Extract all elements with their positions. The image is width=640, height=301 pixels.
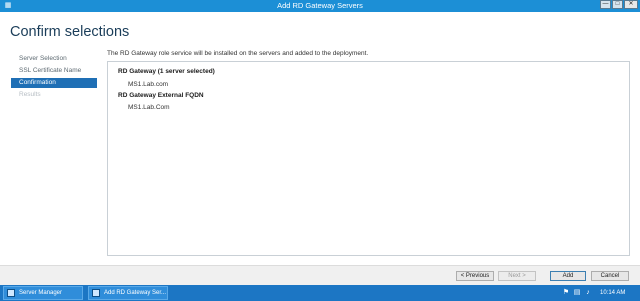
nav-item-ssl-certificate-name[interactable]: SSL Certificate Name (11, 66, 97, 76)
confirmation-panel: RD Gateway (1 server selected) MS1.Lab.c… (107, 61, 630, 256)
page-title: Confirm selections (10, 24, 130, 40)
window-title: Add RD Gateway Servers (277, 1, 363, 10)
section-title-rd-gateway: RD Gateway (1 server selected) (118, 68, 215, 75)
taskbar-item-label: Add RD Gateway Ser... (104, 290, 167, 296)
window-titlebar: ▦ Add RD Gateway Servers — □ ✕ (0, 0, 640, 12)
network-icon[interactable]: ▤ (573, 289, 581, 297)
speaker-icon[interactable]: ♪ (584, 289, 592, 297)
wizard-icon (92, 289, 100, 297)
section-title-external-fqdn: RD Gateway External FQDN (118, 92, 204, 99)
page-description: The RD Gateway role service will be inst… (107, 50, 369, 57)
add-button[interactable]: Add (550, 271, 586, 281)
minimize-button[interactable]: — (600, 0, 611, 9)
wizard-footer: < Previous Next > Add Cancel (0, 265, 640, 286)
taskbar: Server Manager Add RD Gateway Ser... ⚑ ▤… (0, 285, 640, 301)
taskbar-clock[interactable]: 10:14 AM (600, 285, 625, 301)
taskbar-item-add-rd-gateway[interactable]: Add RD Gateway Ser... (88, 286, 168, 300)
cancel-button[interactable]: Cancel (591, 271, 629, 281)
previous-button[interactable]: < Previous (456, 271, 494, 281)
section-value-external-fqdn: MS1.Lab.Com (128, 104, 170, 111)
server-manager-icon (7, 289, 15, 297)
taskbar-item-server-manager[interactable]: Server Manager (3, 286, 83, 300)
section-value-rd-gateway: MS1.Lab.com (128, 81, 169, 88)
close-button[interactable]: ✕ (624, 0, 638, 9)
next-button: Next > (498, 271, 536, 281)
window-controls: — □ ✕ (599, 0, 638, 10)
taskbar-item-label: Server Manager (19, 290, 63, 296)
nav-item-confirmation[interactable]: Confirmation (11, 78, 97, 88)
maximize-button[interactable]: □ (612, 0, 623, 9)
flag-icon[interactable]: ⚑ (562, 289, 570, 297)
nav-item-server-selection[interactable]: Server Selection (11, 54, 97, 64)
nav-item-results: Results (19, 91, 41, 98)
